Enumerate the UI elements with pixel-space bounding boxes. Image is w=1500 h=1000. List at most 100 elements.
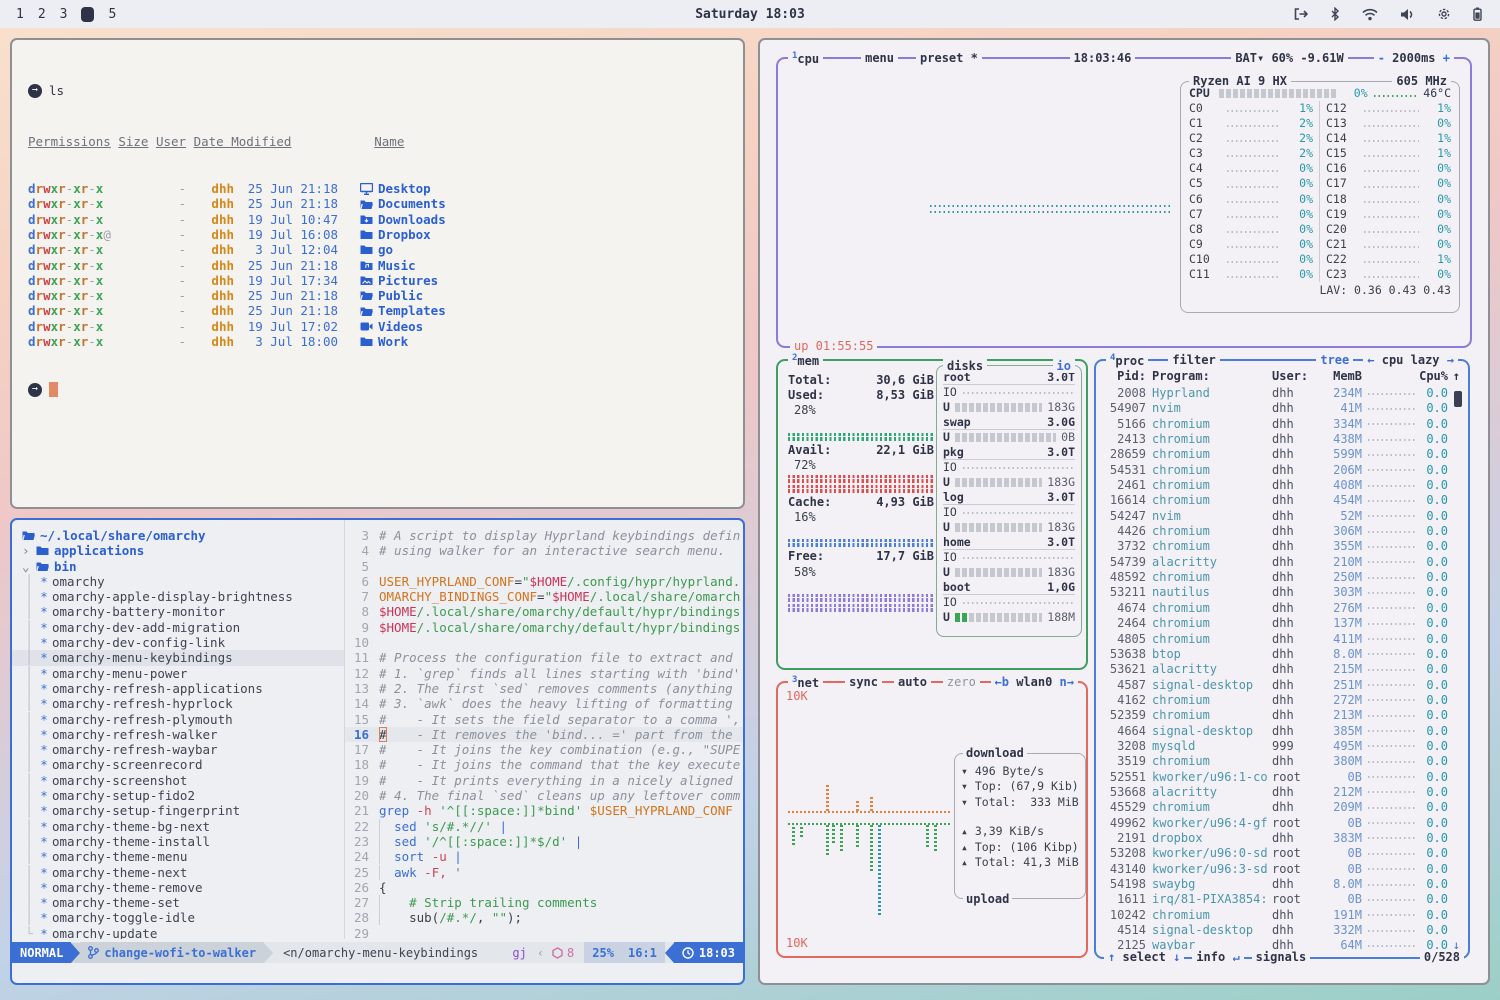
file-tree[interactable]: ~/.local/share/omarchy›applications⌄bin│… xyxy=(12,520,344,939)
process-row[interactable]: 16614chromiumdhh454M0.0 xyxy=(1104,493,1460,508)
process-row[interactable]: 53638btopdhh8.0M0.0 xyxy=(1104,647,1460,662)
bluetooth-icon[interactable] xyxy=(1330,7,1340,21)
btop-window[interactable]: 1cpu menu preset * 18:03:46 BAT▾ 60% -9.… xyxy=(758,38,1490,985)
tree-file-omarchy-refresh-walker[interactable]: │*omarchy-refresh-walker xyxy=(12,727,344,742)
neovim-window[interactable]: ~/.local/share/omarchy›applications⌄bin│… xyxy=(10,518,745,985)
tree-file-omarchy-refresh-waybar[interactable]: │*omarchy-refresh-waybar xyxy=(12,742,344,757)
update-interval[interactable]: - 2000ms + xyxy=(1374,51,1454,65)
process-row[interactable]: 2008Hyprlanddhh234M0.0 xyxy=(1104,386,1460,401)
tree-file-omarchy-theme-set[interactable]: │*omarchy-theme-set xyxy=(12,895,344,910)
select-control[interactable]: ↑ select ↓ xyxy=(1104,950,1184,964)
process-row[interactable]: 2191dropboxdhh383M0.0 xyxy=(1104,831,1460,846)
volume-icon[interactable] xyxy=(1400,8,1415,21)
zero-button[interactable]: zero xyxy=(943,675,980,689)
tree-file-omarchy-menu-power[interactable]: │*omarchy-menu-power xyxy=(12,666,344,681)
process-row[interactable]: 10242chromiumdhh191M0.0 xyxy=(1104,908,1460,923)
tab-net[interactable]: 3net xyxy=(788,675,823,690)
process-row[interactable]: 54739alacrittydhh210M0.0 xyxy=(1104,555,1460,570)
core-C15: C151% xyxy=(1326,146,1451,161)
ls-row: drwxr-xr-x-dhh25 Jun 21:18Public xyxy=(28,288,743,303)
tree-file-omarchy-dev-config-link[interactable]: │*omarchy-dev-config-link xyxy=(12,635,344,650)
process-row[interactable]: 48592chromiumdhh250M0.0 xyxy=(1104,570,1460,585)
process-row[interactable]: 4805chromiumdhh411M0.0 xyxy=(1104,632,1460,647)
tree-file-omarchy-update[interactable]: └*omarchy-update xyxy=(12,926,344,939)
process-row[interactable]: 53621alacrittydhh215M0.0 xyxy=(1104,662,1460,677)
logout-icon[interactable] xyxy=(1293,7,1308,21)
process-row[interactable]: 4162chromiumdhh272M0.0 xyxy=(1104,693,1460,708)
process-row[interactable]: 3208mysqld999495M0.0 xyxy=(1104,739,1460,754)
process-row[interactable]: 54907nvimdhh41M0.0 xyxy=(1104,401,1460,416)
process-row[interactable]: 49962kworker/u96:4-gfroot0B0.0 xyxy=(1104,816,1460,831)
system-tray[interactable] xyxy=(1293,7,1500,21)
tree-file-omarchy-setup-fingerprint[interactable]: │*omarchy-setup-fingerprint xyxy=(12,803,344,818)
filter-button[interactable]: filter xyxy=(1168,353,1219,367)
terminal-window-ls[interactable]: ➞ ls Permissions Size User Date Modified… xyxy=(10,38,745,509)
tree-file-omarchy-toggle-idle[interactable]: │*omarchy-toggle-idle xyxy=(12,910,344,925)
tree-file-omarchy-theme-next[interactable]: │*omarchy-theme-next xyxy=(12,865,344,880)
tree-root[interactable]: ~/.local/share/omarchy xyxy=(12,528,344,543)
menu-button[interactable]: menu xyxy=(861,51,898,65)
process-row[interactable]: 5166chromiumdhh334M0.0 xyxy=(1104,417,1460,432)
sync-button[interactable]: sync xyxy=(845,675,882,689)
shell-prompt[interactable]: ➞ xyxy=(28,382,743,398)
tree-file-omarchy-theme-menu[interactable]: │*omarchy-theme-menu xyxy=(12,849,344,864)
tree-file-omarchy-battery-monitor[interactable]: │*omarchy-battery-monitor xyxy=(12,604,344,619)
preset-button[interactable]: preset * xyxy=(916,51,982,65)
process-row[interactable]: 4514signal-desktopdhh332M0.0 xyxy=(1104,923,1460,938)
sort-selector[interactable]: ← cpu lazy → xyxy=(1363,353,1458,367)
tree-file-omarchy-refresh-applications[interactable]: │*omarchy-refresh-applications xyxy=(12,681,344,696)
info-control[interactable]: info ↵ xyxy=(1192,950,1243,964)
process-row[interactable]: 2464chromiumdhh137M0.0 xyxy=(1104,616,1460,631)
signals-control[interactable]: signals xyxy=(1252,950,1311,964)
process-row[interactable]: 3519chromiumdhh380M0.0 xyxy=(1104,754,1460,769)
tree-file-omarchy-screenshot[interactable]: │*omarchy-screenshot xyxy=(12,773,344,788)
tab-io[interactable]: io xyxy=(1053,359,1075,373)
tree-file-omarchy-theme-bg-next[interactable]: │*omarchy-theme-bg-next xyxy=(12,819,344,834)
process-row[interactable]: 54531chromiumdhh206M0.0 xyxy=(1104,463,1460,478)
tree-file-omarchy-screenrecord[interactable]: │*omarchy-screenrecord xyxy=(12,757,344,772)
tree-file-omarchy-dev-add-migration[interactable]: │*omarchy-dev-add-migration xyxy=(12,620,344,635)
process-row[interactable]: 43140kworker/u96:3-sdroot0B0.0 xyxy=(1104,862,1460,877)
tree-file-omarchy-refresh-hyprlock[interactable]: │*omarchy-refresh-hyprlock xyxy=(12,696,344,711)
process-row[interactable]: 53668alacrittydhh212M0.0 xyxy=(1104,785,1460,800)
process-count: 0/528 xyxy=(1420,950,1464,964)
tree-file-omarchy-apple-display-brightness[interactable]: │*omarchy-apple-display-brightness xyxy=(12,589,344,604)
tab-proc[interactable]: 4proc xyxy=(1106,353,1148,368)
process-table-header[interactable]: Pid: Program: User: MemB Cpu% ↑ xyxy=(1104,369,1460,386)
wifi-icon[interactable] xyxy=(1362,8,1378,21)
auto-button[interactable]: auto xyxy=(894,675,931,689)
process-row[interactable]: 1611irq/81-PIXA3854:root0B0.0 xyxy=(1104,892,1460,907)
process-row[interactable]: 54198swaybgdhh8.0M0.0 xyxy=(1104,877,1460,892)
tree-file-omarchy-theme-install[interactable]: │*omarchy-theme-install xyxy=(12,834,344,849)
process-row[interactable]: 53208kworker/u96:0-sdroot0B0.0 xyxy=(1104,846,1460,861)
process-row[interactable]: 28659chromiumdhh599M0.0 xyxy=(1104,447,1460,462)
battery-icon[interactable] xyxy=(1473,7,1482,21)
interface-switcher[interactable]: ←b wlan0 n→ xyxy=(991,675,1079,689)
process-row[interactable]: 4587signal-desktopdhh251M0.0 xyxy=(1104,678,1460,693)
process-row[interactable]: 52551kworker/u96:1-coroot0B0.0 xyxy=(1104,770,1460,785)
process-row[interactable]: 4674chromiumdhh276M0.0 xyxy=(1104,601,1460,616)
tree-file-omarchy[interactable]: │*omarchy xyxy=(12,574,344,589)
tree-file-omarchy-theme-remove[interactable]: │*omarchy-theme-remove xyxy=(12,880,344,895)
tab-cpu[interactable]: 1cpu xyxy=(788,51,823,66)
scrollbar-thumb[interactable] xyxy=(1454,391,1462,407)
tree-dir-bin[interactable]: ⌄bin xyxy=(12,559,344,574)
process-row[interactable]: 53211nautilusdhh303M0.0 xyxy=(1104,585,1460,600)
process-row[interactable]: 4664signal-desktopdhh385M0.0 xyxy=(1104,724,1460,739)
tree-file-omarchy-setup-fido2[interactable]: │*omarchy-setup-fido2 xyxy=(12,788,344,803)
process-row[interactable]: 54247nvimdhh52M0.0 xyxy=(1104,509,1460,524)
ls-header-row: Permissions Size User Date Modified Name xyxy=(28,134,743,149)
tree-file-omarchy-refresh-plymouth[interactable]: │*omarchy-refresh-plymouth xyxy=(12,712,344,727)
process-row[interactable]: 2461chromiumdhh408M0.0 xyxy=(1104,478,1460,493)
tree-toggle[interactable]: tree xyxy=(1316,353,1353,367)
process-row[interactable]: 52359chromiumdhh213M0.0 xyxy=(1104,708,1460,723)
tree-file-omarchy-menu-keybindings[interactable]: │*omarchy-menu-keybindings xyxy=(12,650,344,665)
process-row[interactable]: 4426chromiumdhh306M0.0 xyxy=(1104,524,1460,539)
process-row[interactable]: 3732chromiumdhh355M0.0 xyxy=(1104,539,1460,554)
settings-icon[interactable] xyxy=(1437,7,1451,21)
process-row[interactable]: 45529chromiumdhh209M0.0 xyxy=(1104,800,1460,815)
tab-mem[interactable]: 2mem xyxy=(788,353,823,368)
process-row[interactable]: 2413chromiumdhh438M0.0 xyxy=(1104,432,1460,447)
tree-dir-applications[interactable]: ›applications xyxy=(12,543,344,558)
code-editor[interactable]: 3# A script to display Hyprland keybindi… xyxy=(344,520,743,939)
